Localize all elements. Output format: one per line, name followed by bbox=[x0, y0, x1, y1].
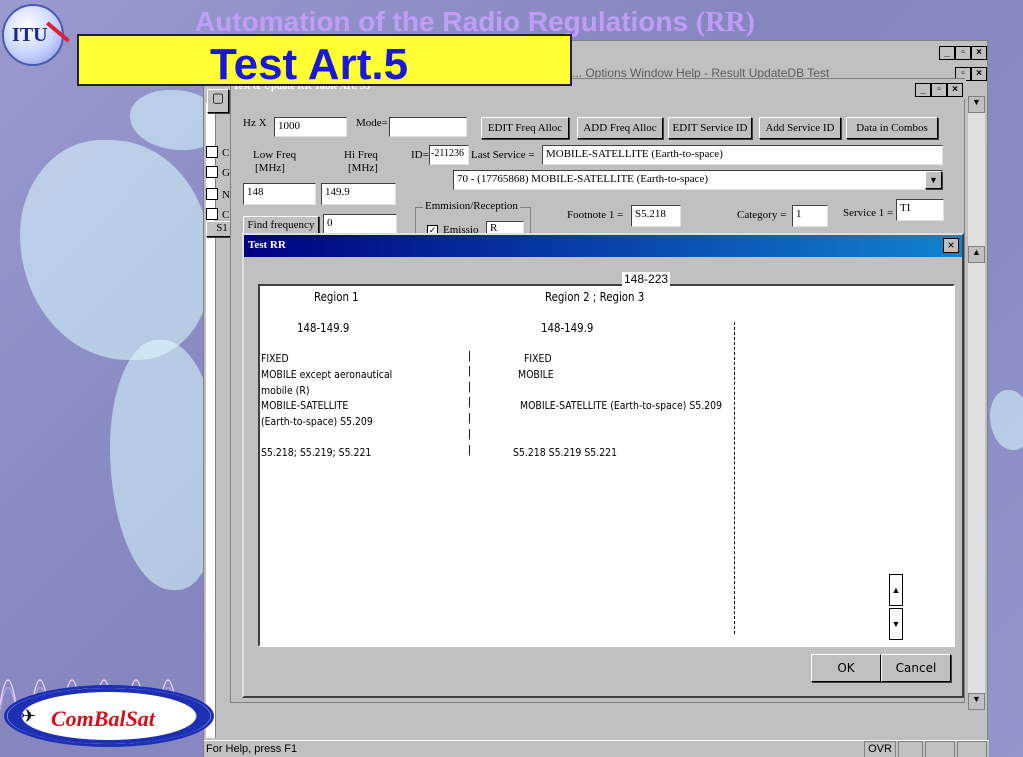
region23-line: S5.218 S5.219 S5.221 bbox=[513, 446, 618, 459]
edit-freq-alloc-button[interactable]: EDIT Freq Alloc bbox=[481, 117, 569, 139]
scroll-down-arrow-icon[interactable]: ▼ bbox=[968, 96, 985, 113]
test-rr-dialog: Test RR × Region 1 Region 2 ; Region 3 1… bbox=[242, 233, 964, 698]
dialog-minimize-button[interactable]: _ bbox=[915, 83, 931, 97]
emission-group-label: Emmision/Reception bbox=[423, 200, 520, 212]
status-bar: For Help, press F1 OVR bbox=[204, 740, 989, 757]
table-column-divider bbox=[734, 322, 735, 634]
region-separator: | bbox=[468, 396, 471, 408]
find-frequency-button[interactable]: Find frequency bbox=[243, 216, 319, 234]
low-freq-input[interactable]: 148 bbox=[243, 183, 316, 205]
id-input[interactable]: -211236 bbox=[429, 145, 469, 165]
status-help-text: For Help, press F1 bbox=[206, 743, 298, 755]
doc-close-button[interactable]: × bbox=[971, 67, 987, 81]
status-cell bbox=[898, 741, 923, 757]
combalsat-logo: ✈ ComBalSat bbox=[4, 685, 214, 747]
region23-line: FIXED bbox=[524, 352, 552, 365]
itu-logo-text: ITU bbox=[12, 24, 48, 46]
region23-header: Region 2 ; Region 3 bbox=[545, 290, 645, 304]
region23-line: MOBILE bbox=[518, 368, 554, 381]
ok-button[interactable]: OK bbox=[811, 654, 881, 682]
hz-input[interactable]: 1000 bbox=[274, 117, 347, 137]
region1-header: Region 1 bbox=[314, 290, 359, 304]
add-freq-alloc-button[interactable]: ADD Freq Alloc bbox=[577, 117, 663, 139]
region1-line: MOBILE-SATELLITE bbox=[261, 399, 349, 412]
last-service-label: Last Service = bbox=[471, 149, 535, 161]
status-cell bbox=[925, 741, 955, 757]
left-check-label-1: C bbox=[222, 147, 230, 159]
left-check-label-4: C bbox=[222, 209, 230, 221]
last-service-input[interactable]: MOBILE-SATELLITE (Earth-to-space) bbox=[542, 145, 943, 165]
rr-table-panel: Region 1 Region 2 ; Region 3 148-149.9 1… bbox=[258, 284, 955, 647]
footnote-label: Footnote 1 = bbox=[567, 209, 624, 221]
region-separator: | bbox=[468, 350, 471, 362]
itu-logo: ITU bbox=[2, 4, 64, 66]
region23-freq: 148-149.9 bbox=[541, 321, 594, 335]
app-close-button[interactable]: × bbox=[971, 46, 987, 60]
scroll-down-arrow-icon[interactable]: ▼ bbox=[968, 693, 985, 710]
mode-label: Mode= bbox=[356, 117, 388, 129]
test-rr-close-button[interactable]: × bbox=[943, 238, 959, 253]
service1-label: Service 1 = bbox=[843, 207, 894, 219]
frequency-band-label: 148-223 bbox=[622, 272, 671, 286]
add-service-id-button[interactable]: Add Service ID bbox=[759, 117, 841, 139]
region-separator: | bbox=[468, 412, 471, 424]
app-vertical-scrollbar[interactable]: ▼ ▲ ▼ bbox=[968, 96, 985, 710]
hi-freq-input[interactable]: 149.9 bbox=[321, 183, 396, 205]
app-maximize-button[interactable]: ▫ bbox=[955, 46, 971, 60]
region1-line: MOBILE except aeronautical bbox=[261, 368, 393, 381]
panel-scroll-down-icon[interactable]: ▼ bbox=[889, 608, 903, 640]
id-label: ID= bbox=[411, 149, 429, 161]
combalsat-logo-text: ComBalSat bbox=[51, 706, 155, 731]
region-separator: | bbox=[468, 444, 471, 456]
service1-input[interactable]: TI bbox=[896, 199, 944, 221]
left-checkbox-3[interactable] bbox=[206, 188, 218, 200]
category-input[interactable]: 1 bbox=[792, 205, 828, 227]
status-cell bbox=[957, 741, 987, 757]
region-separator: | bbox=[468, 365, 471, 377]
hz-label: Hz X bbox=[243, 117, 267, 129]
cancel-button[interactable]: Cancel bbox=[881, 654, 951, 682]
region1-line: FIXED bbox=[261, 352, 289, 365]
hi-freq-label: Hi Freq bbox=[344, 149, 378, 161]
low-freq-unit: [MHz] bbox=[255, 162, 285, 174]
dialog-close-button[interactable]: × bbox=[947, 83, 963, 97]
service-combo[interactable]: 70 - (17765868) MOBILE-SATELLITE (Earth-… bbox=[453, 170, 943, 190]
footnote-input[interactable]: S5.218 bbox=[631, 205, 681, 227]
region1-freq: 148-149.9 bbox=[297, 321, 350, 335]
mode-input[interactable] bbox=[389, 117, 467, 137]
category-label: Category = bbox=[737, 209, 787, 221]
hi-freq-unit: [MHz] bbox=[348, 162, 378, 174]
status-ovr: OVR bbox=[864, 741, 896, 757]
region-separator: | bbox=[468, 381, 471, 393]
new-document-button[interactable]: ▢ bbox=[207, 89, 229, 113]
left-checkbox-2[interactable] bbox=[206, 166, 218, 178]
left-check-label-3: N bbox=[222, 189, 230, 201]
dialog-maximize-button[interactable]: ▫ bbox=[931, 83, 947, 97]
region23-line: MOBILE-SATELLITE (Earth-to-space) S5.209 bbox=[520, 399, 723, 412]
find-frequency-input[interactable]: 0 bbox=[323, 214, 397, 234]
test-rr-titlebar: Test RR × bbox=[244, 235, 962, 257]
edit-service-id-button[interactable]: EDIT Service ID bbox=[668, 117, 752, 139]
slide-subtitle-box: Test Art.5 bbox=[77, 34, 572, 89]
service-combo-dropdown-icon[interactable]: ▼ bbox=[925, 171, 942, 189]
left-check-label-2: G bbox=[222, 167, 230, 179]
left-checkbox-4[interactable] bbox=[206, 208, 218, 220]
app-minimize-button[interactable]: _ bbox=[939, 46, 955, 60]
left-checkbox-1[interactable] bbox=[206, 146, 218, 158]
slide-subtitle: Test Art.5 bbox=[210, 40, 409, 89]
low-freq-label: Low Freq bbox=[253, 149, 297, 161]
slide-title-rr: (RR) bbox=[695, 7, 755, 38]
region1-line: S5.218; S5.219; S5.221 bbox=[261, 446, 372, 459]
data-in-combos-button[interactable]: Data in Combos bbox=[846, 117, 938, 139]
region-separator: | bbox=[468, 428, 471, 440]
slide-title-main: Automation of the Radio Regulations bbox=[195, 6, 689, 37]
satellite-icon: ✈ bbox=[21, 706, 37, 726]
test-rr-title: Test RR bbox=[248, 239, 286, 251]
scroll-up-arrow-icon[interactable]: ▲ bbox=[968, 246, 985, 263]
region1-line: mobile (R) bbox=[261, 384, 310, 397]
panel-scroll-up-icon[interactable]: ▲ bbox=[889, 574, 903, 606]
region1-line: (Earth-to-space) S5.209 bbox=[261, 415, 373, 428]
